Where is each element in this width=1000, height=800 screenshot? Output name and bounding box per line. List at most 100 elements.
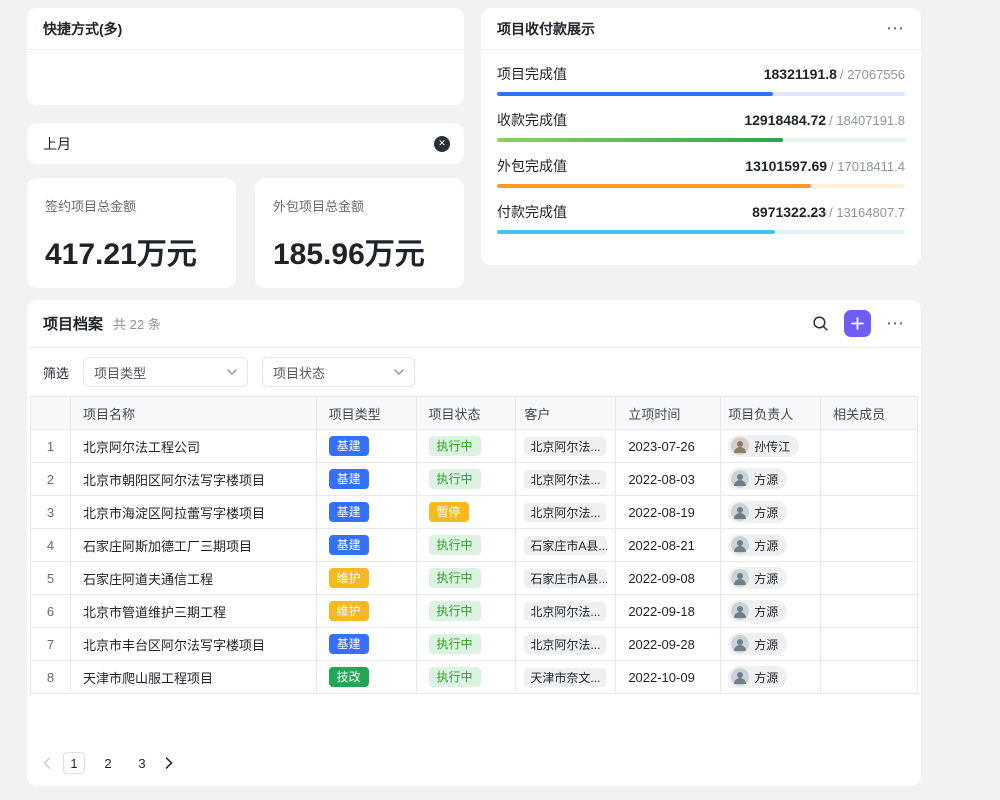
progress-track: [497, 138, 905, 142]
table-row[interactable]: 2 北京市朝阳区阿尔法写字楼项目 基建 执行中 北京阿尔法... 2022-08…: [31, 463, 918, 496]
row-index: 5: [31, 562, 71, 595]
members-cell[interactable]: [821, 628, 918, 661]
status-badge: 执行中: [429, 601, 481, 621]
page-button[interactable]: 1: [63, 752, 85, 774]
status-badge: 执行中: [429, 535, 481, 555]
date-cell: 2022-08-03: [616, 463, 721, 496]
progress-track: [497, 92, 905, 96]
members-cell[interactable]: [821, 595, 918, 628]
metric-value: 8971322.23: [752, 204, 826, 220]
owner-name: 方源: [754, 603, 778, 620]
project-name-cell[interactable]: 北京市管道维护三期工程: [71, 595, 317, 628]
next-page-icon[interactable]: [165, 757, 173, 769]
avatar: [731, 635, 749, 653]
clear-filter-icon[interactable]: ✕: [434, 136, 450, 152]
type-badge: 维护: [329, 568, 369, 588]
status-badge: 执行中: [429, 667, 481, 687]
metric-label: 外包完成值: [497, 156, 567, 176]
project-table: 项目名称 项目类型 项目状态 客户 立项时间 项目负责人 相关成员 1 北京阿尔…: [30, 396, 918, 694]
project-name-cell[interactable]: 北京市朝阳区阿尔法写字楼项目: [71, 463, 317, 496]
progress-track: [497, 230, 905, 234]
filter-project-type-dropdown[interactable]: 项目类型: [83, 357, 248, 387]
shortcut-card-body: [27, 50, 464, 104]
dashboard: 快捷方式(多) 上月 ✕ 签约项目总金额 417.21万元 外包项目总金额 18…: [27, 8, 921, 786]
type-badge: 基建: [329, 502, 369, 522]
table-row[interactable]: 6 北京市管道维护三期工程 维护 执行中 北京阿尔法... 2022-09-18…: [31, 595, 918, 628]
more-menu-icon[interactable]: ⋯: [886, 313, 905, 334]
dropdown-label: 项目状态: [273, 363, 325, 382]
owner-chip: 方源: [728, 567, 787, 589]
avatar: [731, 503, 749, 521]
header-project-status: 项目状态: [417, 397, 517, 430]
row-index: 2: [31, 463, 71, 496]
type-badge: 基建: [329, 469, 369, 489]
chevron-down-icon: [227, 369, 237, 375]
customer-tag: 北京阿尔法...: [524, 635, 606, 654]
filter-project-status-dropdown[interactable]: 项目状态: [262, 357, 415, 387]
members-cell[interactable]: [821, 496, 918, 529]
metric-value: 13101597.69: [745, 158, 827, 174]
customer-tag: 石家庄市A县...: [524, 569, 607, 588]
status-badge: 执行中: [429, 469, 481, 489]
progress-fill: [497, 230, 775, 234]
project-name-cell[interactable]: 石家庄阿斯加德工厂三期项目: [71, 529, 317, 562]
status-badge: 执行中: [429, 436, 481, 456]
date-cell: 2022-08-21: [616, 529, 721, 562]
avatar: [731, 569, 749, 587]
date-cell: 2022-08-19: [616, 496, 721, 529]
table-row[interactable]: 5 石家庄阿道夫通信工程 维护 执行中 石家庄市A县... 2022-09-08…: [31, 562, 918, 595]
metric-total: / 17018411.4: [830, 159, 905, 174]
header-project-type: 项目类型: [317, 397, 417, 430]
project-name-cell[interactable]: 石家庄阿道夫通信工程: [71, 562, 317, 595]
row-index: 6: [31, 595, 71, 628]
date-cell: 2023-07-26: [616, 430, 721, 463]
members-cell[interactable]: [821, 430, 918, 463]
month-filter-chip[interactable]: 上月 ✕: [27, 123, 464, 164]
row-index: 7: [31, 628, 71, 661]
type-badge: 维护: [329, 601, 369, 621]
project-name-cell[interactable]: 北京市海淀区阿拉蕾写字楼项目: [71, 496, 317, 529]
shortcut-card: 快捷方式(多): [27, 8, 464, 105]
avatar: [731, 536, 749, 554]
add-record-button[interactable]: [844, 310, 871, 337]
header-members: 相关成员: [821, 397, 918, 430]
members-cell[interactable]: [821, 661, 918, 694]
prev-page-icon[interactable]: [43, 757, 51, 769]
type-badge: 基建: [329, 634, 369, 654]
customer-tag: 北京阿尔法...: [524, 470, 606, 489]
progress-track: [497, 184, 905, 188]
customer-tag: 北京阿尔法...: [524, 602, 606, 621]
search-icon[interactable]: [812, 315, 829, 332]
project-name-cell[interactable]: 北京阿尔法工程公司: [71, 430, 317, 463]
header-start-date: 立项时间: [616, 397, 721, 430]
metric-project-complete: 项目完成值 18321191.8/ 27067556: [497, 64, 905, 96]
avatar: [731, 470, 749, 488]
type-badge: 技改: [329, 667, 369, 687]
record-count: 共 22 条: [113, 314, 161, 333]
table-row[interactable]: 3 北京市海淀区阿拉蕾写字楼项目 基建 暂停 北京阿尔法... 2022-08-…: [31, 496, 918, 529]
table-row[interactable]: 7 北京市丰台区阿尔法写字楼项目 基建 执行中 北京阿尔法... 2022-09…: [31, 628, 918, 661]
table-row[interactable]: 8 天津市爬山服工程项目 技改 执行中 天津市奈文... 2022-10-09 …: [31, 661, 918, 694]
date-cell: 2022-10-09: [616, 661, 721, 694]
owner-name: 方源: [754, 669, 778, 686]
date-cell: 2022-09-08: [616, 562, 721, 595]
stat-value: 417.21万元: [45, 229, 218, 273]
members-cell[interactable]: [821, 562, 918, 595]
project-name-cell[interactable]: 北京市丰台区阿尔法写字楼项目: [71, 628, 317, 661]
row-index: 8: [31, 661, 71, 694]
members-cell[interactable]: [821, 529, 918, 562]
row-index: 1: [31, 430, 71, 463]
table-row[interactable]: 4 石家庄阿斯加德工厂三期项目 基建 执行中 石家庄市A县... 2022-08…: [31, 529, 918, 562]
more-menu-icon[interactable]: ⋯: [886, 18, 905, 39]
page-button[interactable]: 3: [131, 752, 153, 774]
table-row[interactable]: 1 北京阿尔法工程公司 基建 执行中 北京阿尔法... 2023-07-26 孙…: [31, 430, 918, 463]
page-button[interactable]: 2: [97, 752, 119, 774]
owner-name: 方源: [754, 471, 778, 488]
row-index: 4: [31, 529, 71, 562]
metric-outsource-complete: 外包完成值 13101597.69/ 17018411.4: [497, 156, 905, 188]
project-name-cell[interactable]: 天津市爬山服工程项目: [71, 661, 317, 694]
members-cell[interactable]: [821, 463, 918, 496]
metric-label: 付款完成值: [497, 202, 567, 222]
customer-tag: 北京阿尔法...: [524, 503, 606, 522]
owner-chip: 方源: [728, 666, 787, 688]
